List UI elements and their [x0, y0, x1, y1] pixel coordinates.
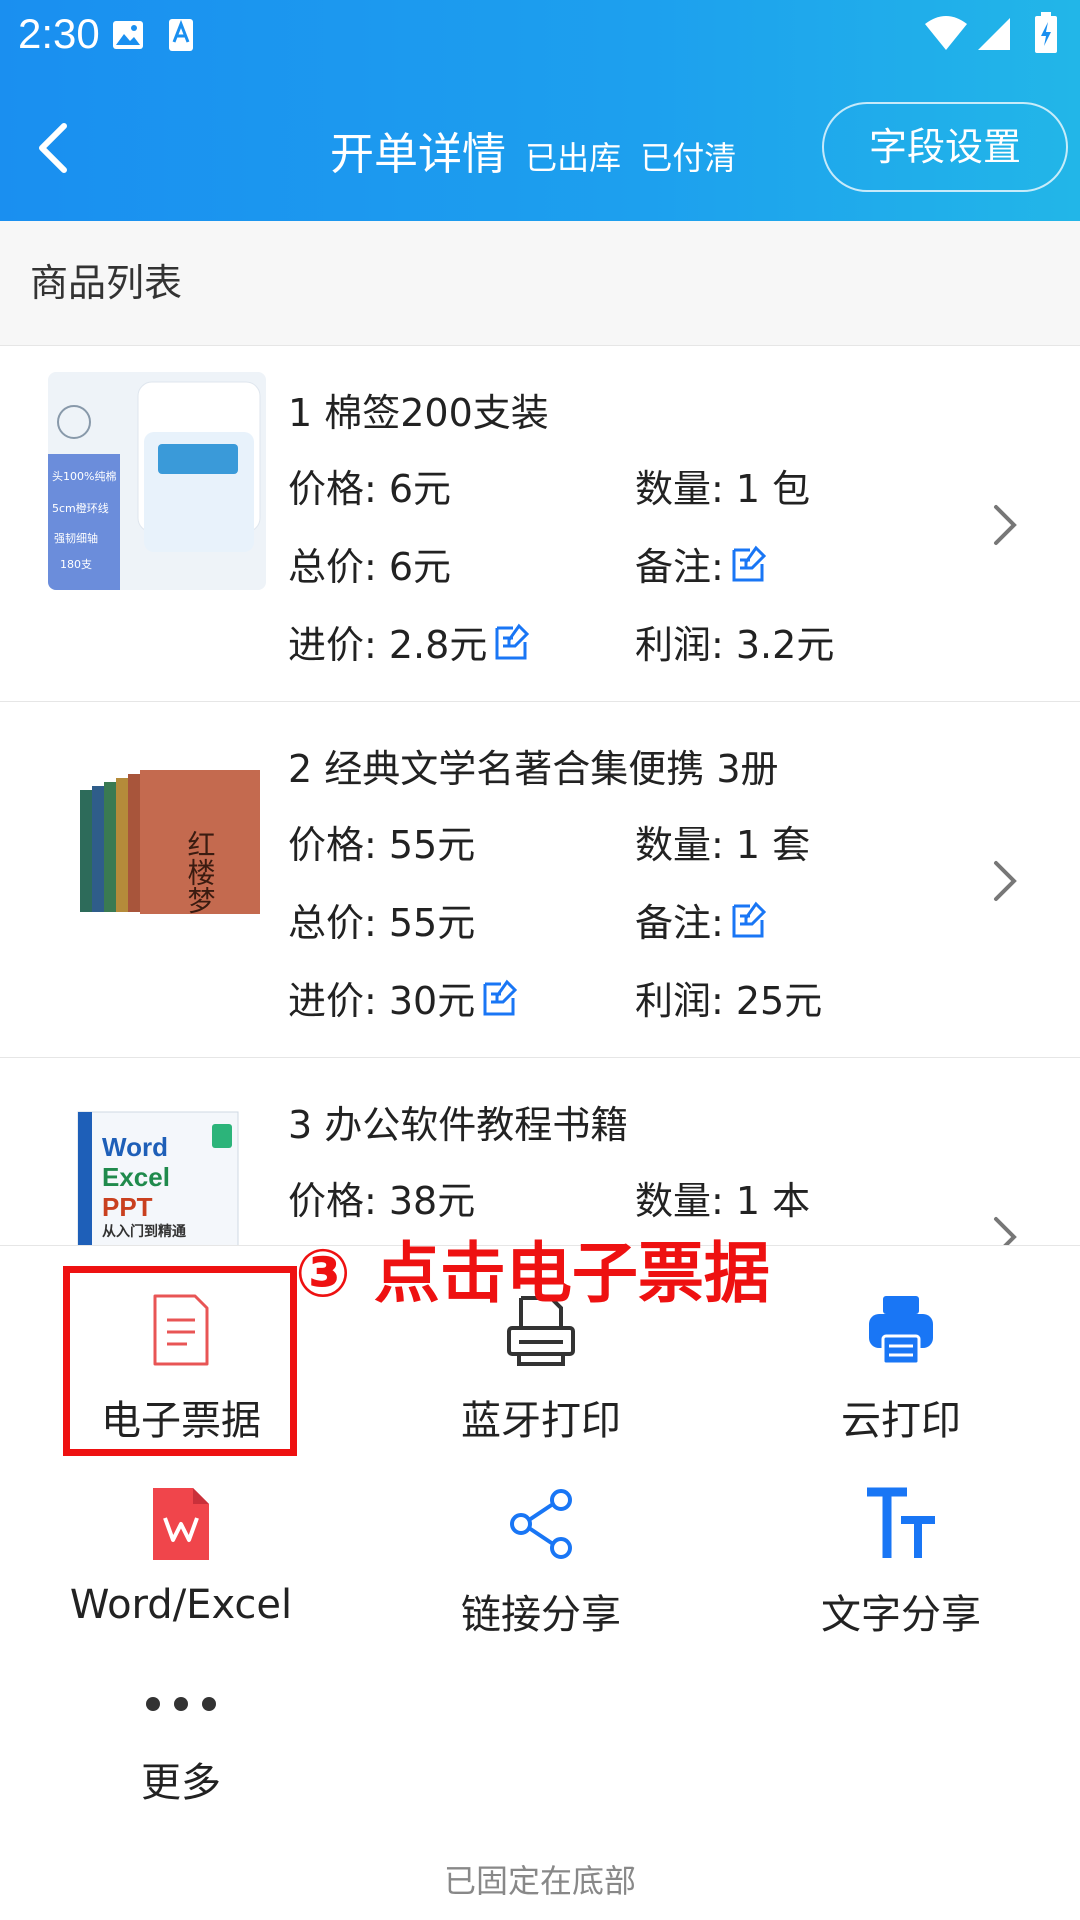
thumb-text: 头100%纯棉 — [52, 469, 116, 483]
product-note-label: 备注: — [635, 545, 724, 589]
action-label: 链接分享 — [461, 1592, 621, 1638]
action-cloud-print[interactable]: 云打印 — [736, 1290, 1066, 1446]
product-item[interactable]: Word Excel PPT 从入门到精通 3 办公软件教程书籍 价格: 38元… — [0, 1058, 1080, 1246]
edit-cost-icon[interactable] — [479, 978, 519, 1018]
chevron-right-icon — [994, 861, 1017, 901]
chevron-right-icon — [994, 505, 1017, 545]
status-paid: 已付清 — [640, 139, 737, 177]
pinned-bottom-text: 已固定在底部 — [443, 1862, 636, 1900]
product-name: 3 办公软件教程书籍 — [288, 1103, 629, 1147]
thumb-text: 红楼梦 — [184, 830, 217, 914]
thumb-text: 强韧细轴 — [54, 531, 98, 545]
thumb-text: 5cm橙环线 — [52, 501, 109, 515]
product-thumbnail: 头100%纯棉 5cm橙环线 强韧细轴 180支 — [48, 372, 266, 590]
action-link-share[interactable]: 链接分享 — [376, 1484, 706, 1640]
text-tt-icon — [867, 1487, 935, 1558]
product-qty: 数量: 1 套 — [635, 823, 811, 867]
product-cost: 进价: 30元 — [288, 979, 476, 1023]
product-qty: 数量: 1 包 — [635, 467, 811, 511]
product-note-row: 备注: — [635, 536, 768, 591]
action-text-share[interactable]: 文字分享 — [736, 1484, 1066, 1640]
battery-charging-icon — [1035, 12, 1057, 53]
product-note-label: 备注: — [635, 901, 724, 945]
product-thumbnail: 红楼梦 — [48, 728, 266, 946]
wps-file-icon — [153, 1488, 209, 1560]
notification-a-icon — [169, 19, 193, 51]
product-item[interactable]: 头100%纯棉 5cm橙环线 强韧细轴 180支 1 棉签200支装 价格: 6… — [0, 346, 1080, 702]
product-qty: 数量: 1 本 — [635, 1179, 811, 1223]
product-list-header: 商品列表 — [0, 221, 1080, 346]
action-label: 更多 — [141, 1760, 221, 1806]
field-settings-button[interactable]: 字段设置 — [822, 102, 1068, 192]
product-price: 价格: 6元 — [288, 467, 452, 511]
edit-note-icon[interactable] — [728, 900, 768, 940]
product-note-row: 备注: — [635, 892, 768, 947]
annotation-instruction: ③ 点击电子票据 — [295, 1235, 770, 1312]
product-profit: 利润: 3.2元 — [635, 623, 835, 667]
back-button[interactable] — [28, 112, 78, 182]
product-total: 总价: 55元 — [288, 901, 476, 945]
signal-icon — [978, 18, 1010, 50]
action-word-excel[interactable]: Word/Excel — [16, 1484, 346, 1628]
gallery-icon — [113, 21, 143, 49]
product-thumbnail: Word Excel PPT 从入门到精通 — [48, 1084, 266, 1245]
product-cost: 进价: 2.8元 — [288, 623, 488, 667]
thumb-text: 从入门到精通 — [102, 1223, 186, 1240]
product-total: 总价: 6元 — [288, 545, 452, 589]
action-label: 蓝牙打印 — [461, 1398, 621, 1444]
edit-note-icon[interactable] — [728, 544, 768, 584]
thumb-text: 180支 — [60, 558, 92, 571]
status-bar: 2:30 — [0, 0, 1080, 75]
status-time: 2:30 — [18, 10, 100, 57]
annotation-highlight-box — [63, 1266, 297, 1456]
action-label: 文字分享 — [821, 1592, 981, 1638]
thumb-text: PPT — [102, 1192, 153, 1222]
action-label: 云打印 — [841, 1398, 961, 1444]
product-price: 价格: 38元 — [288, 1179, 476, 1223]
share-icon — [510, 1489, 572, 1559]
chevron-right-icon — [994, 1217, 1017, 1245]
product-cost-row: 进价: 2.8元 — [288, 614, 531, 669]
action-more[interactable]: 更多 — [16, 1676, 346, 1808]
product-item[interactable]: 红楼梦 2 经典文学名著合集便携 3册 价格: 55元 数量: 1 套 总价: … — [0, 702, 1080, 1058]
status-shipped: 已出库 — [525, 139, 622, 177]
wifi-icon — [925, 16, 967, 50]
thumb-text: Excel — [102, 1162, 170, 1192]
app-bar: 2:30 开单详情 已出库 已付清 字段设置 — [0, 0, 1080, 221]
thumb-text: Word — [102, 1132, 168, 1162]
product-price: 价格: 55元 — [288, 823, 476, 867]
action-label: Word/Excel — [69, 1582, 293, 1628]
page-title-group: 开单详情 已出库 已付清 — [330, 118, 736, 182]
edit-cost-icon[interactable] — [491, 622, 531, 662]
product-name: 2 经典文学名著合集便携 3册 — [288, 747, 779, 791]
cloud-printer-icon — [869, 1296, 933, 1366]
product-name: 1 棉签200支装 — [288, 391, 549, 435]
more-dots-icon — [146, 1697, 216, 1711]
product-cost-row: 进价: 30元 — [288, 970, 519, 1025]
page-title: 开单详情 — [330, 129, 506, 180]
product-profit: 利润: 25元 — [635, 979, 823, 1023]
